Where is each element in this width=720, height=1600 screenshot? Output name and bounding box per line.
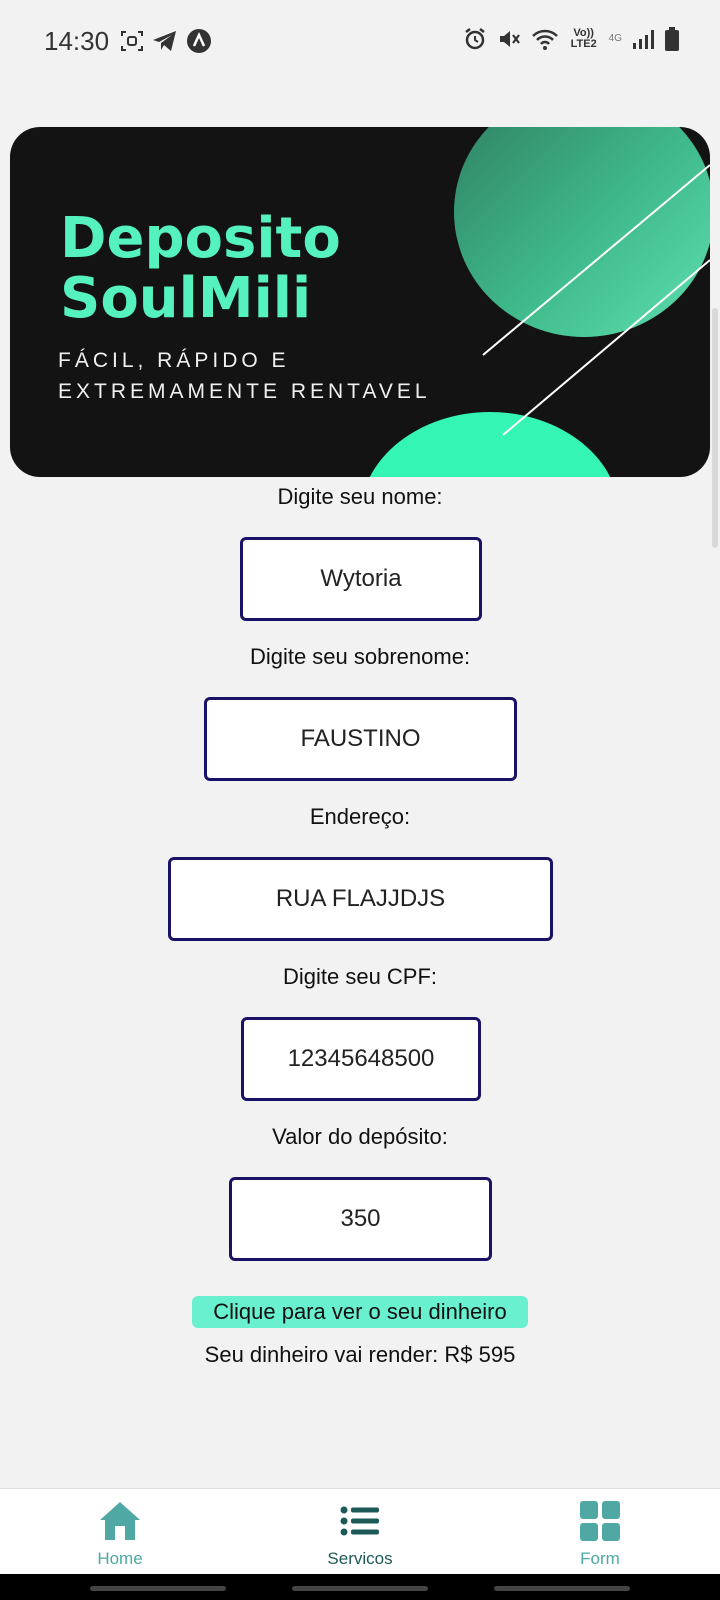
cpf-field[interactable]	[241, 1017, 481, 1101]
system-back-button[interactable]	[494, 1586, 630, 1591]
nav-item-servicos[interactable]: Servicos	[280, 1489, 440, 1575]
wifi-icon	[531, 27, 559, 51]
result-text: Seu dinheiro vai render: R$ 595	[204, 1342, 516, 1367]
nav-item-home[interactable]: Home	[40, 1489, 200, 1575]
name-input[interactable]	[243, 564, 479, 594]
surname-field[interactable]	[204, 697, 517, 781]
address-field[interactable]	[168, 857, 553, 941]
home-icon	[98, 1499, 142, 1543]
nav-label-home: Home	[97, 1549, 143, 1568]
see-money-button[interactable]: Clique para ver o seu dinheiro	[192, 1296, 528, 1328]
nav-label-form: Form	[580, 1549, 620, 1568]
deposit-value-field[interactable]	[229, 1177, 492, 1261]
volte-icon: Vo)) LTE2	[569, 28, 599, 50]
screen-record-icon	[120, 30, 144, 52]
scroll-indicator[interactable]	[712, 308, 718, 548]
system-home-button[interactable]	[292, 1586, 428, 1591]
nav-item-form[interactable]: Form	[520, 1489, 680, 1575]
4g-icon: 4G	[609, 33, 622, 45]
grid-icon	[580, 1499, 620, 1543]
network-label: 4G	[608, 33, 622, 44]
system-navigation-bar	[0, 1574, 720, 1600]
cpf-label: Digite seu CPF:	[282, 964, 438, 989]
banner-subtitle: FÁCIL, RÁPIDO E EXTREMAMENTE RENTAVEL	[58, 349, 431, 403]
status-bar: 14:30 Vo)) LTE2 4G	[0, 0, 720, 84]
app-a-icon	[186, 28, 212, 54]
list-icon	[340, 1499, 380, 1543]
status-time: 14:30	[44, 26, 110, 56]
battery-icon	[664, 26, 680, 52]
banner-title: Deposito SoulMili	[60, 206, 341, 331]
address-label: Endereço:	[309, 804, 411, 829]
hero-banner: Deposito SoulMili FÁCIL, RÁPIDO E EXTREM…	[10, 127, 710, 477]
volte-label: Vo)) LTE2	[570, 27, 597, 50]
alarm-icon	[463, 27, 487, 51]
nav-label-servicos: Servicos	[327, 1549, 393, 1568]
bottom-nav: Home Servicos Form	[0, 1488, 720, 1575]
telegram-icon	[152, 30, 178, 52]
status-left-icons	[120, 28, 212, 54]
cpf-input[interactable]	[244, 1044, 478, 1074]
mute-icon	[497, 27, 521, 51]
surname-label: Digite seu sobrenome:	[249, 644, 471, 669]
system-recents-button[interactable]	[90, 1586, 226, 1591]
deposit-value-input[interactable]	[232, 1204, 489, 1234]
surname-input[interactable]	[207, 724, 514, 754]
name-field[interactable]	[240, 537, 482, 621]
deposit-value-label: Valor do depósito:	[272, 1124, 448, 1149]
address-input[interactable]	[171, 884, 550, 914]
signal-icon	[632, 28, 654, 50]
status-right-icons: Vo)) LTE2 4G	[463, 26, 680, 52]
name-label: Digite seu nome:	[277, 484, 443, 509]
